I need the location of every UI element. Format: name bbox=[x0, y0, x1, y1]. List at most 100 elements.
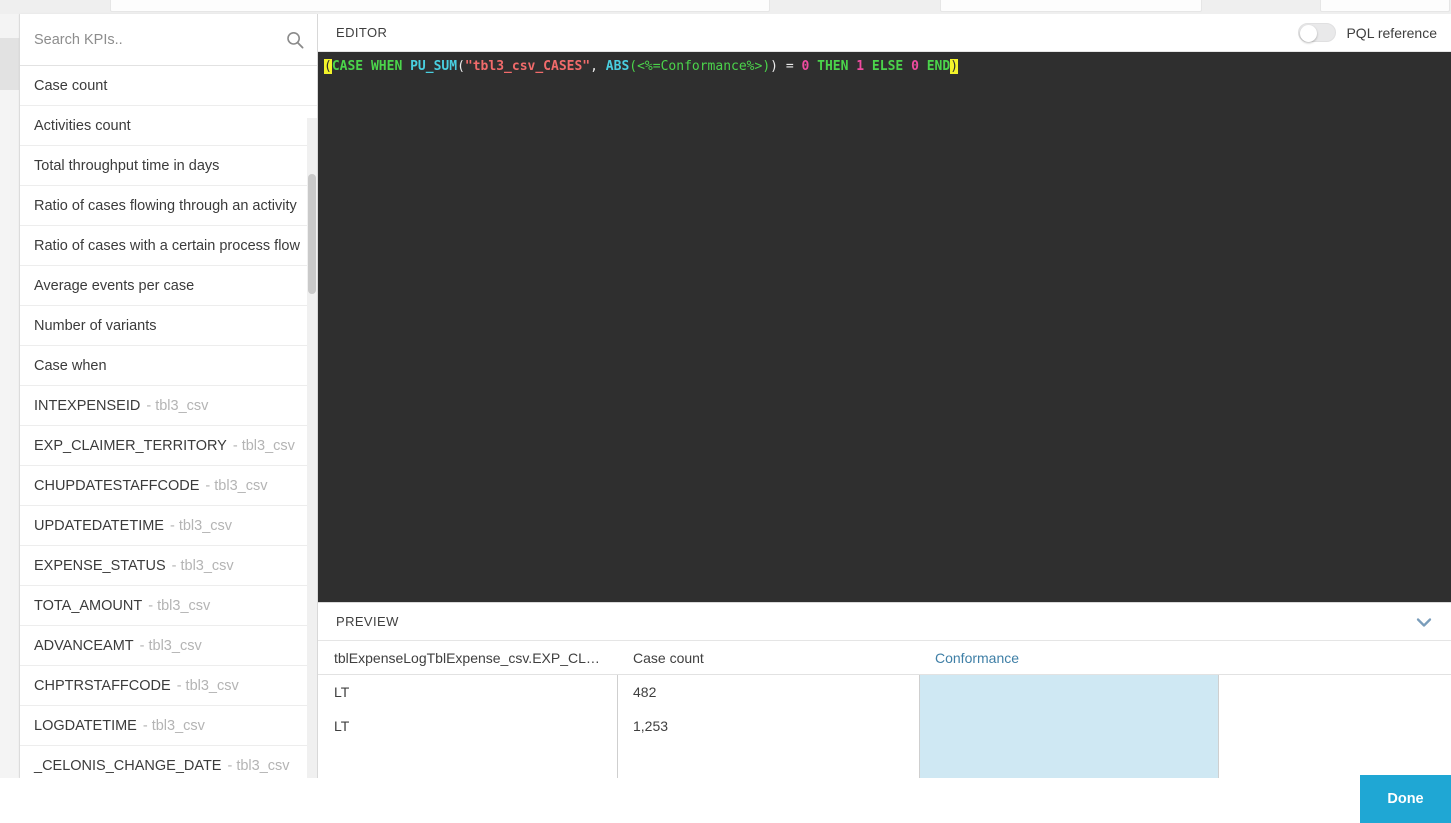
kpi-list-item[interactable]: TOTA_AMOUNT - tbl3_csv bbox=[20, 586, 317, 626]
preview-table: tblExpenseLogTblExpense_csv.EXP_CLAI... C… bbox=[318, 641, 1451, 778]
preview-column-header[interactable]: Case count bbox=[617, 650, 919, 666]
code-token-tpl: (<%=Conformance%>) bbox=[629, 59, 771, 74]
kpi-list-item[interactable]: LOGDATETIME - tbl3_csv bbox=[20, 706, 317, 746]
code-token-paren-hl: ( bbox=[324, 59, 332, 74]
chevron-down-icon[interactable] bbox=[1413, 611, 1435, 633]
kpi-sidebar: Case count Activities count Total throughp… bbox=[20, 14, 318, 778]
kpi-list-item[interactable]: Activities count bbox=[20, 106, 317, 146]
toggle-knob bbox=[1300, 25, 1318, 42]
kpi-list-scrollbar-thumb[interactable] bbox=[308, 174, 316, 294]
search-input[interactable] bbox=[20, 14, 317, 65]
kpi-list-item[interactable]: Ratio of cases with a certain process fl… bbox=[20, 226, 317, 266]
kpi-list-item[interactable]: EXP_CLAIMER_TERRITORY - tbl3_csv bbox=[20, 426, 317, 466]
kpi-list-item[interactable]: Case count bbox=[20, 66, 317, 106]
kpi-item-source: - tbl3_csv bbox=[146, 397, 209, 414]
kpi-item-name: EXP_CLAIMER_TERRITORY bbox=[34, 437, 227, 454]
kpi-item-source: - tbl3_csv bbox=[139, 637, 202, 654]
search-row bbox=[20, 14, 317, 66]
background-left-rail-selection bbox=[0, 38, 20, 90]
kpi-list[interactable]: Case count Activities count Total throughp… bbox=[20, 66, 317, 778]
code-token-num: 1 bbox=[856, 59, 865, 74]
kpi-list-item[interactable]: Total throughput time in days bbox=[20, 146, 317, 186]
pql-reference-toggle[interactable] bbox=[1298, 23, 1337, 42]
preview-column-divider-2 bbox=[919, 675, 920, 778]
preview-cell: 1,253 bbox=[633, 718, 669, 734]
code-token-fn: ABS bbox=[605, 59, 630, 74]
kpi-item-source: - tbl3_csv bbox=[176, 677, 239, 694]
kpi-list-item[interactable]: CHUPDATESTAFFCODE - tbl3_csv bbox=[20, 466, 317, 506]
kpi-list-item[interactable]: UPDATEDATETIME - tbl3_csv bbox=[20, 506, 317, 546]
code-token-punc: ( bbox=[457, 59, 465, 74]
kpi-item-name: LOGDATETIME bbox=[34, 717, 137, 734]
kpi-item-name: Number of variants bbox=[34, 317, 157, 334]
code-token-kw: THEN bbox=[809, 59, 857, 74]
kpi-list-item[interactable]: CHPTRSTAFFCODE - tbl3_csv bbox=[20, 666, 317, 706]
pql-code-editor[interactable]: (CASE WHEN PU_SUM("tbl3_csv_CASES", ABS(… bbox=[318, 52, 1451, 602]
preview-header: PREVIEW bbox=[318, 603, 1451, 641]
preview-table-row: LT4820.000% bbox=[318, 675, 1451, 709]
code-token-punc: , bbox=[590, 59, 606, 74]
pql-reference-label: PQL reference bbox=[1346, 24, 1437, 41]
preview-table-header-row: tblExpenseLogTblExpense_csv.EXP_CLAI... C… bbox=[318, 641, 1451, 675]
code-token-punc: ) bbox=[770, 59, 778, 74]
preview-column-header[interactable]: Conformance bbox=[919, 650, 1218, 666]
preview-title: PREVIEW bbox=[336, 614, 399, 629]
preview-table-body: LT4820.000%LT1,253100.000% bbox=[318, 675, 1451, 778]
kpi-item-source: - tbl3_csv bbox=[232, 437, 295, 454]
background-left-rail bbox=[0, 14, 20, 778]
code-token-str: "tbl3_csv_CASES" bbox=[464, 59, 591, 74]
kpi-item-name: CHPTRSTAFFCODE bbox=[34, 677, 171, 694]
kpi-item-name: INTEXPENSEID bbox=[34, 397, 141, 414]
kpi-item-name: Case count bbox=[34, 77, 108, 94]
kpi-item-name: CHUPDATESTAFFCODE bbox=[34, 477, 200, 494]
kpi-list-item[interactable]: EXPENSE_STATUS - tbl3_csv bbox=[20, 546, 317, 586]
kpi-item-source: - tbl3_csv bbox=[142, 717, 205, 734]
code-token-fn: PU_SUM bbox=[410, 59, 458, 74]
kpi-list-item[interactable]: ADVANCEAMT - tbl3_csv bbox=[20, 626, 317, 666]
kpi-item-source: - tbl3_csv bbox=[205, 477, 268, 494]
kpi-item-source: - tbl3_csv bbox=[169, 517, 233, 534]
code-token-kw: ELSE bbox=[864, 59, 912, 74]
kpi-list-item[interactable]: INTEXPENSEID - tbl3_csv bbox=[20, 386, 317, 426]
kpi-item-source: - tbl3_csv bbox=[148, 597, 211, 614]
kpi-item-name: Average events per case bbox=[34, 277, 195, 294]
search-icon[interactable] bbox=[285, 30, 305, 50]
footer-bar bbox=[0, 778, 1451, 823]
background-ghost-field-1 bbox=[110, 0, 770, 12]
editor-header: EDITOR PQL reference bbox=[318, 14, 1451, 52]
preview-panel: PREVIEW tblExpenseLogTblExpense_csv.EXP_… bbox=[318, 602, 1451, 778]
preview-cell: LT bbox=[334, 718, 350, 734]
kpi-item-name: Case when bbox=[34, 357, 107, 374]
kpi-list-item[interactable]: Number of variants bbox=[20, 306, 317, 346]
kpi-list-item[interactable]: Average events per case bbox=[20, 266, 317, 306]
pql-code-line[interactable]: (CASE WHEN PU_SUM("tbl3_csv_CASES", ABS(… bbox=[322, 58, 1451, 76]
preview-column-header[interactable]: tblExpenseLogTblExpense_csv.EXP_CLAI... bbox=[318, 650, 617, 666]
preview-column-divider-1 bbox=[617, 675, 618, 778]
kpi-list-item[interactable]: _CELONIS_CHANGE_DATE - tbl3_csv bbox=[20, 746, 317, 778]
kpi-item-name: UPDATEDATETIME bbox=[34, 517, 164, 534]
kpi-item-source: - tbl3_csv bbox=[227, 757, 290, 774]
kpi-list-item[interactable]: Case when bbox=[20, 346, 317, 386]
code-token-paren-hl: ) bbox=[950, 59, 959, 74]
kpi-item-source: - tbl3_csv bbox=[171, 557, 234, 574]
kpi-list-item[interactable]: Ratio of cases flowing through an activi… bbox=[20, 186, 317, 226]
preview-table-row: LT1,253100.000% bbox=[318, 709, 1451, 743]
done-button[interactable]: Done bbox=[1360, 775, 1451, 823]
background-toolbar-strip bbox=[0, 0, 1451, 14]
kpi-item-name: Ratio of cases with a certain process fl… bbox=[34, 237, 300, 254]
kpi-item-name: Activities count bbox=[34, 117, 131, 134]
kpi-item-name: EXPENSE_STATUS bbox=[34, 557, 166, 574]
code-token-kw: END bbox=[918, 59, 951, 74]
kpi-item-name: Total throughput time in days bbox=[34, 157, 220, 174]
background-ghost-field-3 bbox=[1320, 0, 1450, 12]
preview-selected-column-highlight bbox=[919, 675, 1218, 778]
editor-column: EDITOR PQL reference (CASE WHEN PU_SUM("… bbox=[318, 14, 1451, 778]
kpi-list-scrollbar-track[interactable] bbox=[307, 118, 317, 778]
kpi-item-name: _CELONIS_CHANGE_DATE bbox=[34, 757, 222, 774]
preview-column-divider-3 bbox=[1218, 675, 1219, 778]
kpi-item-name: Ratio of cases flowing through an activi… bbox=[34, 197, 297, 214]
preview-cell: 482 bbox=[633, 684, 657, 700]
preview-cell: LT bbox=[334, 684, 350, 700]
background-ghost-field-2 bbox=[940, 0, 1202, 12]
code-token-kw: CASE WHEN bbox=[331, 59, 411, 74]
